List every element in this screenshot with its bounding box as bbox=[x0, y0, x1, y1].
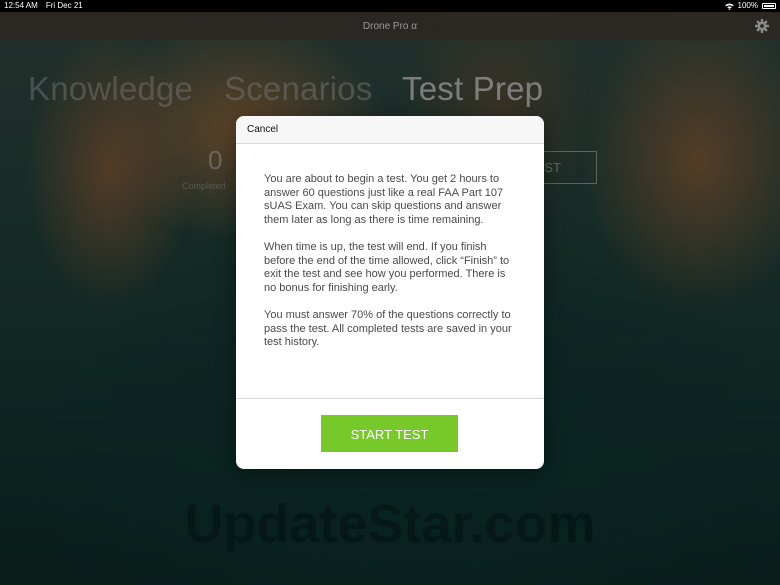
cancel-button[interactable]: Cancel bbox=[247, 124, 278, 135]
modal-header: Cancel bbox=[236, 116, 544, 144]
start-test-button[interactable]: START TEST bbox=[321, 415, 458, 452]
instructions-paragraph: When time is up, the test will end. If y… bbox=[264, 240, 510, 294]
nav-bar: Drone Pro α bbox=[0, 12, 780, 40]
modal-body: You are about to begin a test. You get 2… bbox=[264, 173, 520, 363]
battery-icon bbox=[762, 3, 776, 9]
gear-icon[interactable] bbox=[754, 18, 770, 34]
battery-percent: 100% bbox=[737, 1, 758, 10]
app-title: Drone Pro α bbox=[362, 20, 418, 32]
divider bbox=[236, 398, 544, 399]
status-time: 12:54 AM bbox=[4, 1, 38, 10]
instructions-paragraph: You are about to begin a test. You get 2… bbox=[264, 173, 504, 226]
status-bar: 12:54 AM Fri Dec 21 100% bbox=[0, 0, 780, 12]
status-date: Fri Dec 21 bbox=[45, 1, 83, 10]
wifi-icon bbox=[724, 2, 734, 10]
instructions-paragraph: You must answer 70% of the questions cor… bbox=[264, 308, 512, 349]
start-test-modal: Cancel You are about to begin a test. Yo… bbox=[236, 116, 544, 469]
